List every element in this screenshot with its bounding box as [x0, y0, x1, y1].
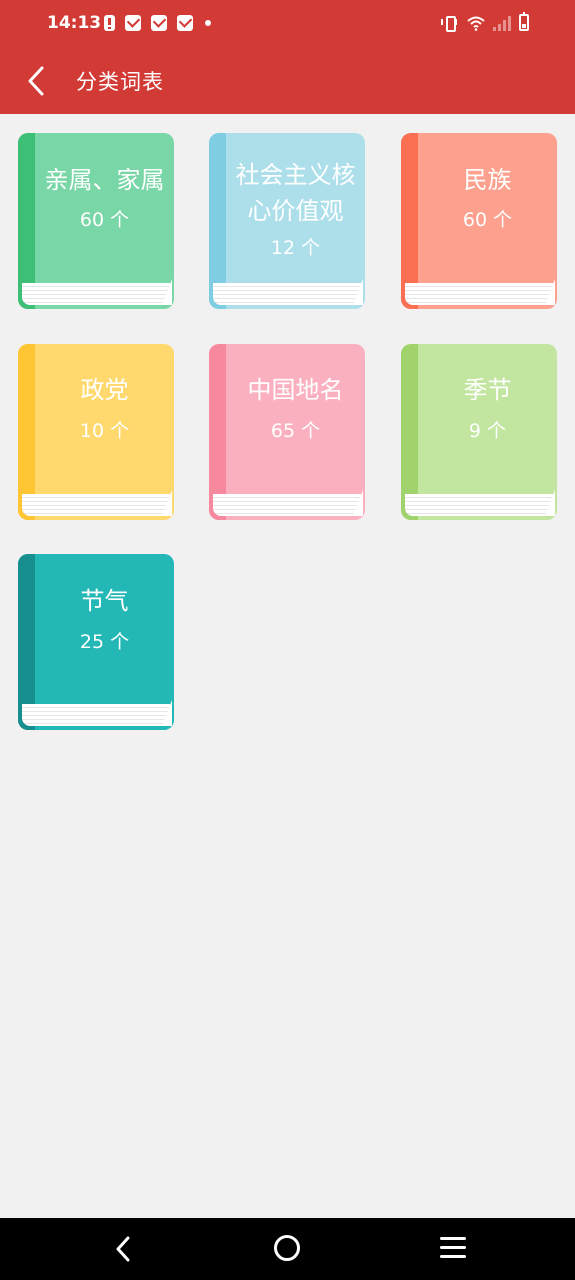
category-title: 节气 [80, 587, 129, 615]
category-count: 65 个 [270, 420, 321, 442]
category-title: 中国地名 [247, 376, 344, 404]
book-pages-icon [213, 494, 361, 516]
book-pages-icon [22, 494, 170, 516]
nav-menu-icon[interactable] [440, 1237, 466, 1259]
category-count: 10 个 [79, 420, 130, 442]
category-title-line: 社会主义核 [235, 161, 356, 189]
notification-bag-icon [151, 15, 167, 31]
page-fold [545, 279, 555, 305]
alert-icon [104, 15, 115, 31]
signal-icon [493, 15, 511, 31]
page-fold [353, 279, 363, 305]
page-fold [162, 279, 172, 305]
category-count: 12 个 [270, 237, 321, 259]
wifi-icon [467, 16, 485, 31]
category-title: 亲属、家属 [44, 166, 165, 194]
status-time: 14:13 [47, 13, 102, 33]
notification-icons [104, 15, 211, 31]
category-card-solar-terms[interactable]: 节气 25 个 [18, 554, 174, 730]
page-title: 分类词表 [76, 70, 164, 94]
back-button[interactable] [22, 64, 52, 98]
page-fold [162, 490, 172, 516]
vibrate-icon [441, 15, 459, 32]
status-bar: 14:13 [0, 0, 575, 48]
book-pages-icon [22, 283, 170, 305]
category-count: 60 个 [79, 209, 130, 231]
category-title: 社会主义核 心价值观 [226, 157, 365, 229]
category-card-seasons[interactable]: 季节 9 个 [401, 344, 557, 520]
notification-bag-icon [125, 15, 141, 31]
battery-icon [519, 12, 529, 31]
page-fold [353, 490, 363, 516]
category-card-political-parties[interactable]: 政党 10 个 [18, 344, 174, 520]
page-fold [545, 490, 555, 516]
book-pages-icon [405, 494, 553, 516]
category-count: 25 个 [79, 631, 130, 653]
notification-bag-icon [177, 15, 193, 31]
book-pages-icon [405, 283, 553, 305]
app-header: 14:13 分类词表 [0, 0, 575, 114]
book-pages-icon [213, 283, 361, 305]
book-pages-icon [22, 704, 170, 726]
category-card-relatives[interactable]: 亲属、家属 60 个 [18, 133, 174, 309]
nav-back-icon[interactable] [110, 1235, 138, 1263]
category-card-china-place-names[interactable]: 中国地名 65 个 [209, 344, 365, 520]
category-title: 民族 [463, 166, 512, 194]
page-fold [162, 700, 172, 726]
system-icons [441, 12, 529, 32]
more-notifications-dot-icon [205, 20, 211, 26]
system-navigation-bar [0, 1218, 575, 1280]
nav-home-icon[interactable] [274, 1235, 300, 1261]
category-card-ethnic-groups[interactable]: 民族 60 个 [401, 133, 557, 309]
category-count: 60 个 [462, 209, 513, 231]
category-count: 9 个 [468, 420, 507, 442]
category-title-line: 心价值观 [247, 197, 344, 225]
category-title: 季节 [463, 376, 512, 404]
category-card-core-values[interactable]: 社会主义核 心价值观 12 个 [209, 133, 365, 309]
category-title: 政党 [80, 376, 129, 404]
